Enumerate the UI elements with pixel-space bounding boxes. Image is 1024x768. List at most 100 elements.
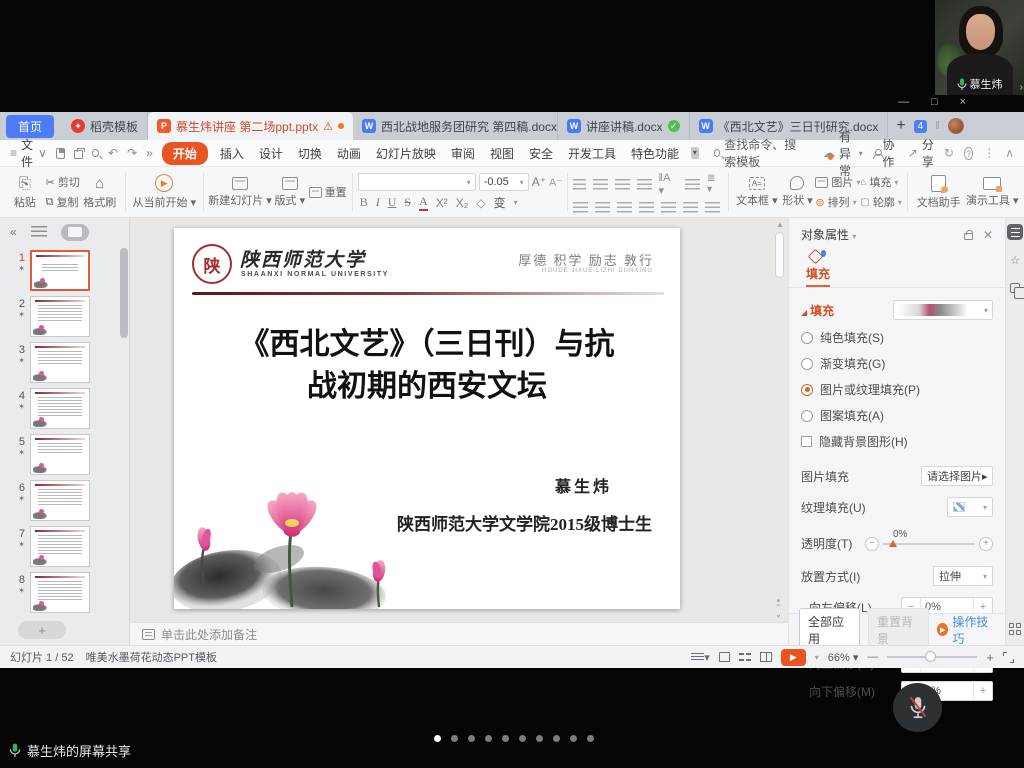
decrease-indent-icon[interactable] (615, 179, 630, 190)
collapse-ribbon-icon[interactable]: ∧ (1005, 146, 1014, 160)
fit-slide-icon[interactable] (1003, 652, 1014, 663)
sync-icon[interactable]: ↻ (944, 146, 954, 160)
shapes-button[interactable]: 形状 ▾ (780, 176, 816, 208)
italic-button[interactable]: I (376, 195, 380, 210)
effects-star-icon[interactable]: ☆ (1007, 252, 1023, 268)
text-box-button[interactable]: A= 文本框 ▾ (734, 177, 780, 208)
pagination-dot[interactable] (451, 735, 458, 742)
slide-thumbnail-4[interactable]: 4✶ (0, 388, 129, 429)
notes-toggle-icon[interactable]: ▾ (691, 651, 710, 664)
maximize-icon[interactable]: □ (931, 96, 938, 108)
fill-section-header[interactable]: ◢填充 (801, 302, 834, 319)
pagination-dot[interactable] (553, 735, 560, 742)
menu-item-design[interactable]: 设计 (256, 143, 286, 164)
slide-editor-canvas[interactable]: 陕 陕西师范大学 SHAANXI NORMAL UNIVERSITY 厚德 积学… (130, 218, 788, 622)
align-left-icon[interactable] (573, 202, 588, 213)
normal-view-icon[interactable] (719, 652, 730, 662)
numbered-list-icon[interactable] (593, 179, 608, 190)
zoom-level[interactable]: 66% ▾ (828, 651, 859, 664)
choose-picture-button[interactable]: 请选择图片▸ (921, 466, 993, 486)
add-slide-button[interactable]: + (18, 621, 66, 639)
layout-button[interactable]: 版式 ▾ (271, 177, 309, 208)
redo-icon[interactable]: ↷ (127, 146, 137, 160)
transparency-slider[interactable]: 0% (883, 543, 975, 545)
zoom-out-icon[interactable]: — (867, 651, 878, 663)
help-icon[interactable]: ? (964, 147, 973, 160)
distribute-icon[interactable] (661, 202, 676, 213)
scrollbar-thumb[interactable] (775, 232, 784, 278)
align-right-icon[interactable] (617, 202, 632, 213)
pagination-dot[interactable] (519, 735, 526, 742)
pagination-dot[interactable] (536, 735, 543, 742)
sync-status[interactable]: ☁ 有异常 ▾ (823, 128, 863, 179)
reading-view-icon[interactable] (760, 652, 772, 662)
cut-button[interactable]: ✂剪切 (46, 174, 80, 190)
webcam-video[interactable]: 慕生炜 › (935, 0, 1024, 95)
option-picture-texture-fill[interactable]: 图片或纹理填充(P) (801, 381, 993, 398)
option-solid-fill[interactable]: 纯色填充(S) (801, 329, 993, 346)
pin-panel-icon[interactable] (964, 233, 973, 240)
slide-thumbnail-6[interactable]: 6✶ (0, 480, 129, 521)
menu-item-features[interactable]: 特色功能 (628, 143, 682, 164)
placement-select[interactable]: 拉伸▾ (933, 566, 993, 586)
slide-thumbnail-1[interactable]: 1✶ (0, 250, 129, 291)
home-tab[interactable]: 首页 (6, 115, 54, 138)
more-menu-icon[interactable]: ⋮ (983, 146, 995, 160)
thumbnail-view-toggle[interactable] (61, 224, 89, 241)
text-direction-icon[interactable]: ‖A ▾ (659, 172, 679, 197)
transparency-minus-button[interactable]: − (865, 537, 879, 551)
option-hide-background[interactable]: 隐藏背景图形(H) (801, 433, 993, 450)
fill-preview-dropdown[interactable]: ▾ (893, 300, 993, 320)
option-pattern-fill[interactable]: 图案填充(A) (801, 407, 993, 424)
slide-thumbnail-3[interactable]: 3✶ (0, 342, 129, 383)
menu-item-view[interactable]: 视图 (487, 143, 517, 164)
microphone-muted-button[interactable] (893, 683, 942, 732)
print-preview-icon[interactable] (92, 149, 99, 157)
share-button[interactable]: ↗ 分享 (908, 136, 934, 170)
strikethrough-button[interactable]: S (404, 195, 411, 210)
option-gradient-fill[interactable]: 渐变填充(G) (801, 355, 993, 372)
app-grid-icon[interactable] (1009, 623, 1021, 635)
slide-sorter-icon[interactable] (739, 652, 751, 662)
expand-video-icon[interactable]: › (1020, 82, 1023, 93)
print-icon[interactable] (74, 150, 84, 159)
menu-item-animation[interactable]: 动画 (334, 143, 364, 164)
font-name-select[interactable]: ▾ (358, 173, 476, 191)
line-spacing-icon[interactable]: ≣ ▾ (707, 173, 723, 195)
pagination-dot[interactable] (570, 735, 577, 742)
close-panel-icon[interactable]: ✕ (983, 228, 993, 242)
tab-active-presentation[interactable]: P 慕生炜讲座 第二场ppt.pptx ⚠ (148, 112, 353, 140)
slider-marker-icon[interactable] (889, 540, 897, 547)
collapse-panel-icon[interactable]: « (10, 225, 17, 239)
notes-bar[interactable]: 单击此处添加备注 (130, 622, 788, 645)
clear-format-button[interactable]: ◇ (476, 196, 485, 210)
tab-word-doc-2[interactable]: W 讲座讲稿.docx ✓ (558, 112, 690, 140)
transparency-plus-button[interactable]: + (979, 537, 993, 551)
slide-thumbnail-2[interactable]: 2✶ (0, 296, 129, 337)
picture-button[interactable]: 图片 ▾ (815, 174, 860, 190)
decrease-font-icon[interactable]: A⁻ (549, 176, 562, 189)
bold-button[interactable]: B (360, 195, 368, 210)
new-slide-button[interactable]: 新建幻灯片 ▾ (209, 177, 271, 208)
format-painter-button[interactable]: ⌂ 格式刷 (80, 175, 120, 210)
collaborate-button[interactable]: 协作 (873, 136, 898, 170)
align-text-icon[interactable] (685, 179, 700, 190)
play-options-icon[interactable]: ▾ (815, 653, 819, 662)
pagination-dot[interactable] (485, 735, 492, 742)
save-icon[interactable] (56, 148, 65, 159)
copy-button[interactable]: ⧉复制 (46, 194, 80, 210)
slide-canvas[interactable]: 陕 陕西师范大学 SHAANXI NORMAL UNIVERSITY 厚德 积学… (174, 228, 680, 609)
pagination-dot[interactable] (468, 735, 475, 742)
minimize-icon[interactable]: — (898, 96, 909, 108)
subscript-button[interactable]: X₂ (456, 196, 469, 210)
file-menu[interactable]: ≡ 文件 ∨ (10, 136, 47, 170)
fill-tab[interactable]: 填充 (801, 249, 835, 287)
menu-item-review[interactable]: 审阅 (448, 143, 478, 164)
outline-button[interactable]: ▢轮廓 ▾ (860, 194, 901, 210)
tab-word-doc-1[interactable]: W 西北战地服务团研究 第四稿.docx (353, 112, 558, 140)
arrange-button[interactable]: ⊜排列 ▾ (815, 194, 860, 210)
outline-view-icon[interactable] (31, 226, 47, 238)
zoom-knob[interactable] (925, 651, 936, 662)
more-commands-icon[interactable]: » (146, 146, 153, 160)
justify-icon[interactable] (639, 202, 654, 213)
